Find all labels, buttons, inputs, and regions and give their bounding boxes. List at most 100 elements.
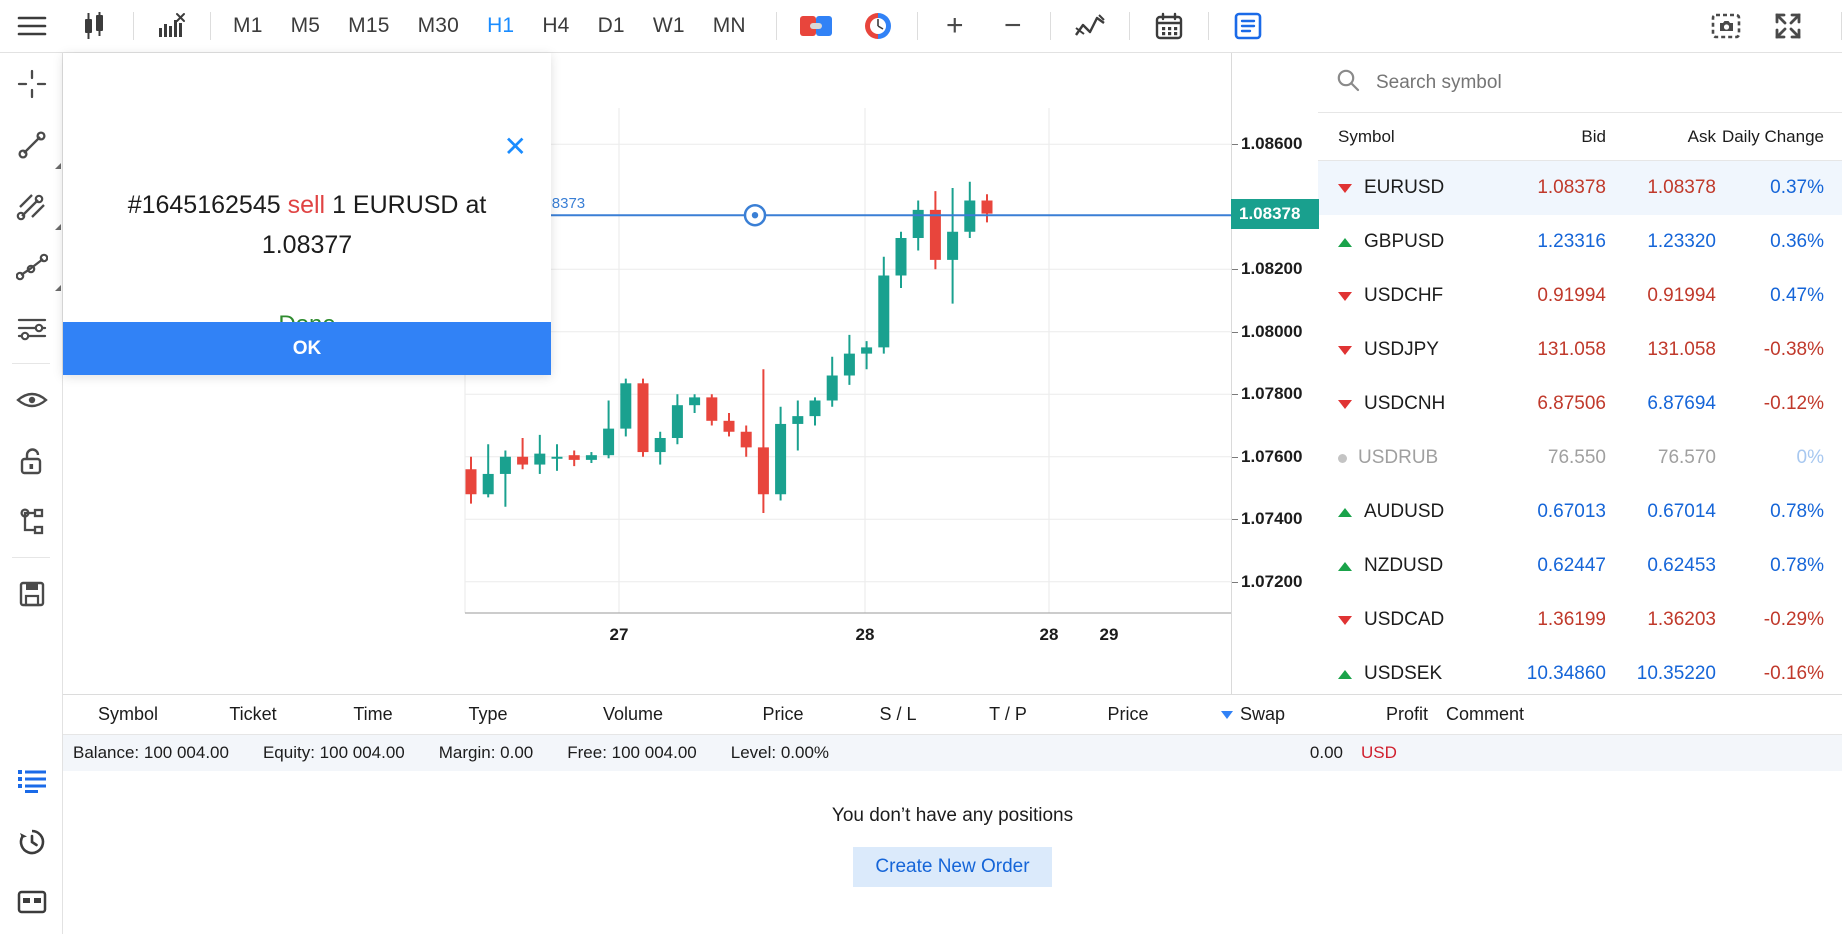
sidebar-item-channel-tool[interactable] — [0, 175, 63, 236]
chevron-expand-icon[interactable] — [55, 224, 61, 230]
column-header-ask[interactable]: Ask — [1606, 127, 1716, 147]
zoom-in-button[interactable]: + — [926, 0, 984, 52]
market-watch-row[interactable]: GBPUSD 1.23316 1.23320 0.36% — [1318, 215, 1842, 269]
market-watch-row[interactable]: USDCNH 6.87506 6.87694 -0.12% — [1318, 377, 1842, 431]
zoom-out-button[interactable]: − — [984, 0, 1042, 52]
daily-change-cell: -0.38% — [1763, 339, 1824, 360]
one-click-trading-icon[interactable] — [847, 0, 909, 52]
close-icon[interactable]: ✕ — [504, 133, 527, 161]
positions-header: Symbol Ticket Time Type Volume Price S /… — [63, 695, 1842, 735]
timeframe-d1[interactable]: D1 — [584, 0, 639, 52]
screenshot-camera-icon[interactable] — [1695, 0, 1757, 52]
column-header-price[interactable]: Price — [723, 704, 843, 725]
toolbar-divider — [775, 12, 777, 40]
ask-cell: 1.36203 — [1647, 609, 1716, 630]
sidebar-item-save-template-tool[interactable] — [0, 563, 63, 624]
column-header-daily-change[interactable]: Daily Change — [1716, 127, 1842, 147]
bid-cell: 0.62447 — [1537, 555, 1606, 576]
summary-margin: Margin: 0.00 — [438, 743, 534, 762]
sidebar-item-trendline-tool[interactable] — [0, 114, 63, 175]
daily-change-cell: -0.12% — [1763, 393, 1824, 414]
sidebar-item-lock-tool[interactable] — [0, 430, 63, 491]
ask-cell: 10.35220 — [1636, 663, 1716, 684]
bid-cell: 131.058 — [1537, 339, 1606, 360]
market-watch-row[interactable]: EURUSD 1.08378 1.08378 0.37% — [1318, 161, 1842, 215]
sidebar-item-visibility-tool[interactable] — [0, 369, 63, 430]
market-watch-row[interactable]: USDSEK 10.34860 10.35220 -0.16% — [1318, 647, 1842, 701]
sidebar-item-news[interactable] — [0, 872, 63, 933]
column-header-volume[interactable]: Volume — [543, 704, 723, 725]
symbol-name: EURUSD — [1364, 177, 1445, 198]
toolbar-divider — [210, 12, 211, 40]
sidebar-item-levels-tool[interactable] — [0, 297, 63, 358]
dialog-price: 1.08377 — [261, 231, 353, 259]
column-header-price-2[interactable]: Price — [1063, 704, 1193, 725]
search-input[interactable] — [1376, 71, 1776, 94]
market-watch-row[interactable]: USDRUB 76.550 76.570 0% — [1318, 431, 1842, 485]
calendar-icon[interactable] — [1138, 0, 1200, 52]
price-tick: 1.08000 — [1232, 322, 1319, 342]
symbol-name: USDSEK — [1364, 663, 1443, 684]
ask-cell: 0.91994 — [1647, 285, 1716, 306]
crosshair-objects-icon[interactable] — [1059, 0, 1121, 52]
market-watch-row[interactable]: USDCHF 0.91994 0.91994 0.47% — [1318, 269, 1842, 323]
column-header-symbol[interactable]: Symbol — [63, 704, 193, 725]
daily-change-cell: 0.78% — [1770, 501, 1824, 522]
column-header-bid[interactable]: Bid — [1478, 127, 1606, 147]
sidebar-item-sync-tool[interactable] — [0, 491, 63, 552]
symbol-cell: USDRUB — [1318, 447, 1478, 469]
column-header-ticket[interactable]: Ticket — [193, 704, 313, 725]
market-watch-row[interactable]: NZDUSD 0.62447 0.62453 0.78% — [1318, 539, 1842, 593]
chevron-expand-icon[interactable] — [55, 163, 61, 169]
summary-currency: USD — [1361, 743, 1397, 762]
timeframe-m1[interactable]: M1 — [219, 0, 277, 52]
chevron-expand-icon[interactable] — [55, 285, 61, 291]
hamburger-menu-icon[interactable] — [0, 0, 63, 52]
timeframe-m30[interactable]: M30 — [404, 0, 473, 52]
timeframe-mn[interactable]: MN — [699, 0, 760, 52]
create-new-order-button[interactable]: Create New Order — [853, 847, 1052, 887]
arrow-down-icon — [1338, 615, 1352, 625]
daily-change-cell: 0.47% — [1770, 285, 1824, 306]
sidebar-divider — [12, 363, 50, 364]
column-header-profit[interactable]: Profit — [1313, 704, 1428, 725]
symbol-search-bar[interactable] — [1318, 53, 1842, 113]
timeframe-w1[interactable]: W1 — [639, 0, 699, 52]
column-header-comment[interactable]: Comment — [1428, 704, 1578, 725]
column-header-swap[interactable]: Swap — [1193, 704, 1313, 725]
daily-change-cell: -0.16% — [1763, 663, 1824, 684]
timeframe-h4[interactable]: H4 — [528, 0, 583, 52]
candlestick-icon[interactable] — [63, 0, 125, 52]
toolbar-divider — [133, 12, 134, 40]
ask-cell: 1.23320 — [1647, 231, 1716, 252]
positions-panel: Symbol Ticket Time Type Volume Price S /… — [63, 694, 1842, 934]
column-header-tp[interactable]: T / P — [953, 704, 1063, 725]
arrow-up-icon — [1338, 561, 1352, 571]
symbol-name: USDJPY — [1364, 339, 1439, 360]
column-header-time[interactable]: Time — [313, 704, 433, 725]
timeframe-m5[interactable]: M5 — [277, 0, 335, 52]
column-header-symbol[interactable]: Symbol — [1318, 127, 1478, 147]
column-header-sl[interactable]: S / L — [843, 704, 953, 725]
split-chart-icon[interactable] — [785, 0, 847, 52]
journal-icon[interactable] — [1217, 0, 1279, 52]
symbol-name: USDCAD — [1364, 609, 1445, 630]
dialog-ok-button[interactable]: OK — [63, 322, 551, 375]
market-watch-row[interactable]: AUDUSD 0.67013 0.67014 0.78% — [1318, 485, 1842, 539]
bid-cell: 76.550 — [1547, 447, 1606, 468]
column-header-type[interactable]: Type — [433, 704, 543, 725]
price-axis[interactable]: 1.08378 1.08600 1.08200 1.08000 1.07800 1.07… — [1231, 53, 1319, 694]
indicator-remove-icon[interactable] — [142, 0, 202, 52]
market-watch-row[interactable]: USDJPY 131.058 131.058 -0.38% — [1318, 323, 1842, 377]
sidebar-item-polyline-tool[interactable] — [0, 236, 63, 297]
market-watch-row[interactable]: USDCAD 1.36199 1.36203 -0.29% — [1318, 593, 1842, 647]
sidebar-item-crosshair-tool[interactable] — [0, 53, 63, 114]
sidebar-item-history[interactable] — [0, 811, 63, 872]
timeframe-m15[interactable]: M15 — [334, 0, 403, 52]
fullscreen-expand-icon[interactable] — [1757, 0, 1819, 52]
sidebar-item-trade-list[interactable] — [0, 750, 63, 811]
timeframe-h1[interactable]: H1 — [473, 0, 528, 52]
time-tick: 28 — [1039, 625, 1059, 644]
dialog-ticket: #1645162545 — [127, 191, 281, 219]
